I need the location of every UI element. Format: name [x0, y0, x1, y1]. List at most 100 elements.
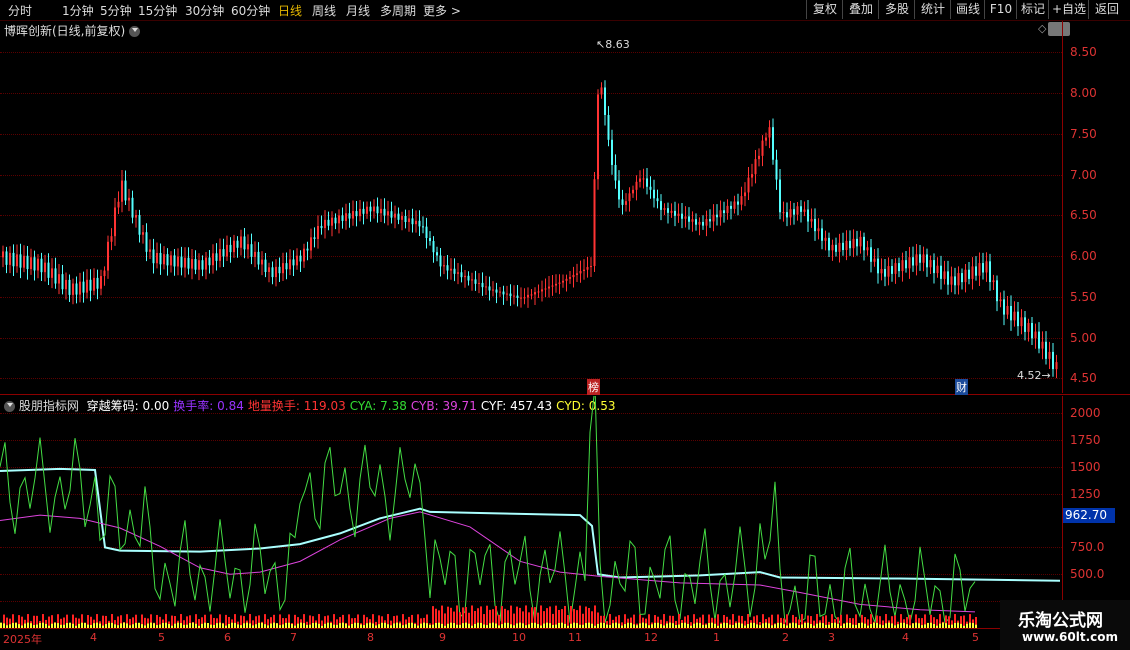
period-tab-1min[interactable]: 1分钟: [62, 2, 94, 19]
low-price-value: 4.52: [1017, 369, 1042, 382]
cyd-bar: [360, 624, 362, 628]
cyd-bar: [39, 622, 41, 628]
candle-body: [618, 180, 620, 200]
period-tab-5min[interactable]: 5分钟: [100, 2, 132, 19]
mark-button[interactable]: 标记: [1016, 0, 1049, 19]
cyd-bar: [252, 625, 254, 628]
low-price-label: 4.52→: [1017, 369, 1051, 382]
back-button[interactable]: 返回: [1088, 0, 1125, 19]
candle-body: [583, 269, 585, 271]
cyd-bar: [951, 624, 953, 628]
candlestick-chart[interactable]: [0, 21, 1062, 393]
cyd-bar: [834, 622, 836, 628]
candle-body: [201, 260, 204, 270]
add-watchlist-button[interactable]: +自选: [1048, 0, 1089, 19]
period-tab-30min[interactable]: 30分钟: [185, 2, 224, 19]
cyd-bar: [621, 625, 623, 628]
period-tab-fenshi[interactable]: 分时: [8, 2, 32, 19]
finance-event-mark[interactable]: 财: [955, 379, 968, 395]
cyd-bar: [402, 625, 404, 628]
candle-body: [411, 218, 414, 225]
date-label: 4: [902, 631, 909, 644]
cyd-bar: [372, 623, 374, 628]
cyd-bar: [831, 623, 833, 628]
period-tab-15min[interactable]: 15分钟: [138, 2, 177, 19]
candle-body: [1010, 305, 1012, 321]
candle-body: [621, 199, 624, 205]
cyd-bar: [531, 622, 533, 628]
more-periods-button[interactable]: 更多 >: [423, 2, 461, 19]
cyd-bar: [735, 623, 737, 628]
cyd-bar: [426, 623, 428, 628]
candle-body: [23, 255, 25, 268]
cyd-bar: [942, 622, 944, 628]
candle-body: [635, 181, 638, 190]
candle-body: [460, 272, 463, 278]
candle-body: [177, 256, 179, 267]
candle-body: [334, 217, 337, 224]
candle-body: [467, 275, 470, 281]
candle-body: [166, 254, 169, 266]
candle-body: [817, 228, 820, 232]
cyd-bar: [321, 625, 323, 628]
cyd-bar: [141, 624, 143, 628]
list-event-mark[interactable]: 榜: [587, 379, 600, 395]
cyd-bar: [318, 623, 320, 628]
indicator-tick: 1250: [1070, 487, 1101, 501]
candle-body: [425, 226, 428, 238]
overlay-button[interactable]: 叠加: [842, 0, 879, 19]
cyd-bar: [159, 624, 161, 628]
turnover-bar: [540, 605, 542, 628]
period-tab-weekly[interactable]: 周线: [312, 2, 336, 19]
cyd-bar: [105, 624, 107, 628]
candle-body: [978, 263, 981, 276]
fuquan-button[interactable]: 复权: [806, 0, 843, 19]
candle-body: [541, 289, 543, 292]
candle-body: [786, 212, 788, 218]
cyd-bar: [438, 622, 440, 628]
cyd-bar: [60, 624, 62, 628]
candle-body: [26, 255, 29, 270]
candle-body: [44, 262, 46, 273]
cyd-bar: [132, 624, 134, 628]
cyd-bar: [465, 622, 467, 628]
date-label: 1: [713, 631, 720, 644]
candle-body: [212, 253, 214, 266]
candle-body: [250, 244, 253, 257]
period-tab-multi[interactable]: 多周期: [380, 2, 416, 19]
f10-button[interactable]: F10: [984, 0, 1017, 19]
cyd-bar: [966, 623, 968, 628]
candle-body: [145, 232, 148, 252]
cyd-bar: [288, 622, 290, 628]
candle-body: [401, 216, 403, 220]
candle-body: [1020, 317, 1023, 327]
period-tab-monthly[interactable]: 月线: [346, 2, 370, 19]
price-tick: 6.00: [1070, 249, 1097, 263]
cyd-bar: [57, 623, 59, 628]
candle-body: [180, 256, 183, 268]
period-tab-60min[interactable]: 60分钟: [231, 2, 270, 19]
cyd-bar: [210, 624, 212, 628]
draw-line-button[interactable]: 画线: [950, 0, 985, 19]
cyd-bar: [666, 623, 668, 628]
multi-stock-button[interactable]: 多股: [878, 0, 915, 19]
turnover-bar: [579, 605, 581, 628]
candle-body: [261, 259, 263, 265]
candle-body: [271, 267, 274, 278]
turnover-bar: [594, 605, 596, 628]
candle-body: [30, 257, 32, 270]
candle-body: [422, 226, 424, 228]
indicator-chart[interactable]: [0, 396, 1062, 628]
candle-body: [215, 253, 218, 261]
period-tab-daily[interactable]: 日线: [278, 2, 302, 19]
cyd-bar: [390, 625, 392, 628]
candle-body: [278, 266, 281, 274]
cyd-bar: [852, 624, 854, 628]
date-label: 5: [158, 631, 165, 644]
candle-body: [863, 236, 865, 251]
candle-body: [268, 267, 270, 272]
cyd-bar: [483, 624, 485, 628]
candle-body: [366, 206, 368, 214]
statistics-button[interactable]: 统计: [914, 0, 951, 19]
candle-body: [506, 293, 508, 295]
